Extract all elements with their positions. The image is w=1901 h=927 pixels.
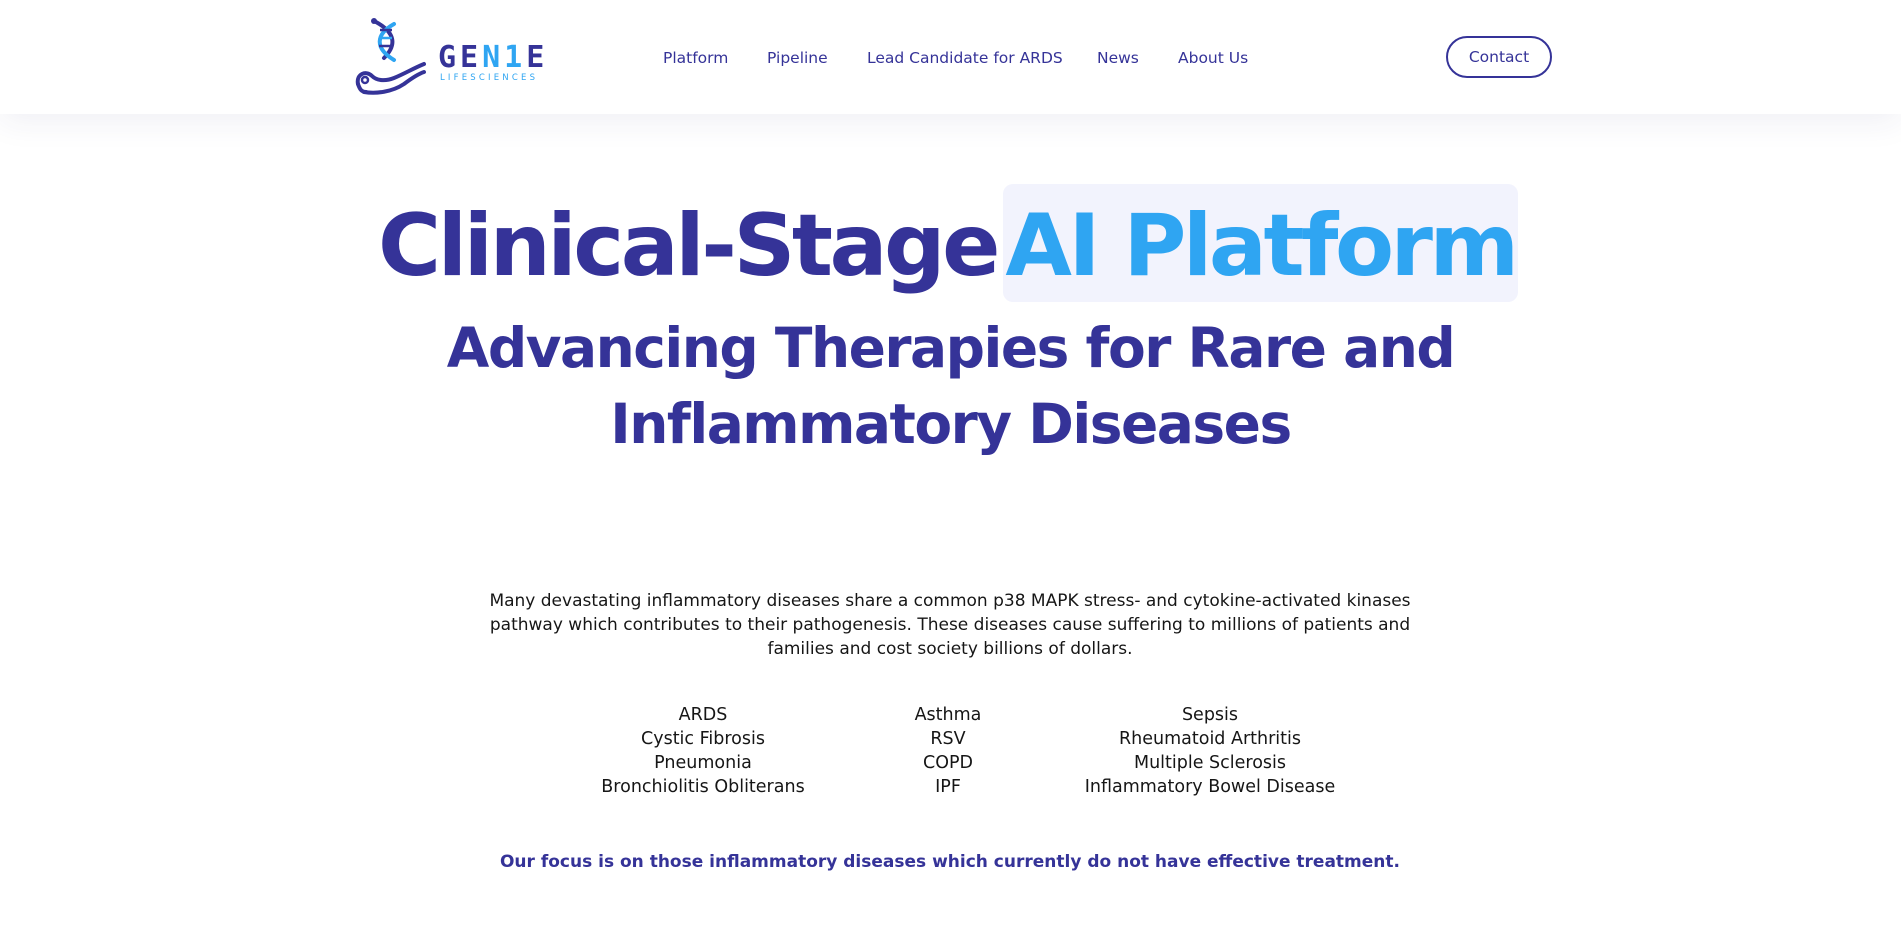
disease-item: Sepsis xyxy=(1181,705,1239,725)
nav-news[interactable]: News xyxy=(1097,46,1139,70)
nav-pipeline[interactable]: Pipeline xyxy=(767,46,828,70)
brand-wordmark: GEN1E xyxy=(438,40,549,75)
hero-title: Clinical-Stage AI Platform xyxy=(0,182,1901,302)
disease-item: ARDS xyxy=(678,705,728,725)
disease-item: Inflammatory Bowel Disease xyxy=(1084,777,1336,797)
disease-column-3: Sepsis Rheumatoid Arthritis Multiple Scl… xyxy=(1060,703,1360,799)
disease-item: Multiple Sclerosis xyxy=(1133,753,1287,773)
disease-column-1: ARDS Cystic Fibrosis Pneumonia Bronchiol… xyxy=(553,703,853,799)
nav-lead-candidate[interactable]: Lead Candidate for ARDS xyxy=(867,46,1063,70)
nav-platform[interactable]: Platform xyxy=(663,46,728,70)
hero-title-main: Clinical-Stage xyxy=(378,196,1000,296)
intro-paragraph: Many devastating inflammatory diseases s… xyxy=(489,591,1411,659)
disease-item: Rheumatoid Arthritis xyxy=(1119,729,1301,749)
dna-hand-icon xyxy=(355,18,426,95)
disease-item: IPF xyxy=(935,777,961,797)
disease-item: Pneumonia xyxy=(654,753,752,773)
disease-column-2: Asthma RSV COPD IPF xyxy=(848,703,1048,799)
disease-item: RSV xyxy=(930,729,966,749)
contact-button[interactable]: Contact xyxy=(1446,36,1552,78)
nav-about-us[interactable]: About Us xyxy=(1178,46,1248,70)
disease-item: Cystic Fibrosis xyxy=(641,729,765,749)
disease-item: Asthma xyxy=(914,705,982,725)
hero-title-highlight: AI Platform xyxy=(1005,196,1519,296)
focus-statement: Our focus is on those inflammatory disea… xyxy=(499,852,1400,872)
site-header: GEN1E LIFESCIENCES Platform Pipeline Lea… xyxy=(0,0,1901,114)
disease-item: COPD xyxy=(922,753,974,773)
disease-item: Bronchiolitis Obliterans xyxy=(601,777,805,797)
brand-subtitle: LIFESCIENCES xyxy=(440,73,539,83)
hero-highlight-pill: AI Platform xyxy=(1003,184,1519,302)
hero-subtitle: Advancing Therapies for Rare and Inflamm… xyxy=(446,316,1456,456)
brand-logo[interactable]: GEN1E LIFESCIENCES xyxy=(354,18,550,96)
